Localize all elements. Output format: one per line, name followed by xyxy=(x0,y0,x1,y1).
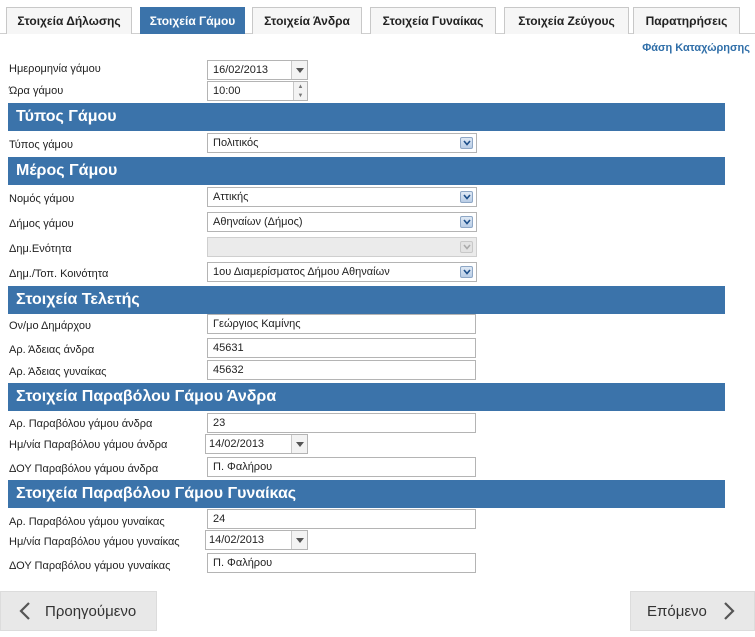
time-spinner[interactable]: ▲ ▼ xyxy=(293,82,307,100)
chevron-down-icon[interactable] xyxy=(460,137,473,149)
mayor-label: Ον/μο Δημάρχου xyxy=(9,320,92,332)
wedding-time-field[interactable]: 10:00 ▲ ▼ xyxy=(207,81,308,101)
woman-permit-label: Αρ. Άδειας γυναίκας xyxy=(9,366,107,378)
bottom-navigation: Προηγούμενο Επόμενο xyxy=(0,591,755,637)
man-fee-tax-office-field[interactable]: Π. Φαλήρου xyxy=(207,457,476,477)
spin-down-icon[interactable]: ▼ xyxy=(294,91,307,100)
previous-label: Προηγούμενο xyxy=(45,602,137,620)
caret-down-icon[interactable] xyxy=(291,531,307,549)
prefecture-label: Νομός γάμου xyxy=(9,193,75,205)
spin-up-icon[interactable]: ▲ xyxy=(294,82,307,91)
community-select[interactable]: 1ου Διαμερίσματος Δήμου Αθηναίων xyxy=(207,262,477,282)
woman-fee-date-label: Ημ/νία Παραβόλου γάμου γυναίκας xyxy=(9,536,180,548)
woman-fee-number-value: 24 xyxy=(213,513,226,525)
marriage-type-value: Πολιτικός xyxy=(213,137,259,149)
caret-down-icon[interactable] xyxy=(291,61,307,79)
wedding-time-value: 10:00 xyxy=(213,85,241,97)
man-fee-number-label: Αρ. Παραβόλου γάμου άνδρα xyxy=(9,418,153,430)
woman-permit-value: 45632 xyxy=(213,364,244,376)
chevron-down-icon[interactable] xyxy=(460,216,473,228)
tab-woman[interactable]: Στοιχεία Γυναίκας xyxy=(370,7,496,34)
woman-fee-tax-office-value: Π. Φαλήρου xyxy=(213,557,273,569)
man-fee-number-field[interactable]: 23 xyxy=(207,413,476,433)
woman-fee-number-field[interactable]: 24 xyxy=(207,509,476,529)
tab-declaration[interactable]: Στοιχεία Δήλωσης xyxy=(6,7,132,34)
man-permit-value: 45631 xyxy=(213,342,244,354)
next-button[interactable]: Επόμενο xyxy=(630,591,755,631)
mayor-value: Γεώργιος Καμίνης xyxy=(213,318,301,330)
phase-link[interactable]: Φάση Καταχώρησης xyxy=(642,42,750,54)
caret-down-icon[interactable] xyxy=(291,435,307,453)
woman-fee-tax-office-field[interactable]: Π. Φαλήρου xyxy=(207,553,476,573)
prefecture-select[interactable]: Αττικής xyxy=(207,187,477,207)
municipality-value: Αθηναίων (Δήμος) xyxy=(213,216,303,228)
section-ceremony: Στοιχεία Τελετής xyxy=(8,286,725,314)
municipal-unit-label: Δημ.Ενότητα xyxy=(9,243,72,255)
wedding-date-value: 16/02/2013 xyxy=(213,64,269,76)
wedding-date-field[interactable]: 16/02/2013 xyxy=(207,60,308,80)
woman-fee-number-label: Αρ. Παραβόλου γάμου γυναίκας xyxy=(9,516,165,528)
tab-bar: Στοιχεία Δήλωσης Στοιχεία Γάμου Στοιχεία… xyxy=(0,0,755,34)
tab-marriage[interactable]: Στοιχεία Γάμου xyxy=(140,7,245,34)
man-permit-field[interactable]: 45631 xyxy=(207,338,476,358)
marriage-type-label: Τύπος γάμου xyxy=(9,139,74,151)
man-fee-number-value: 23 xyxy=(213,417,226,429)
community-value: 1ου Διαμερίσματος Δήμου Αθηναίων xyxy=(213,266,390,278)
chevron-down-icon[interactable] xyxy=(460,266,473,278)
man-fee-tax-office-value: Π. Φαλήρου xyxy=(213,461,273,473)
tab-notes[interactable]: Παρατηρήσεις xyxy=(633,7,740,34)
chevron-down-icon xyxy=(460,241,473,253)
municipality-label: Δήμος γάμου xyxy=(9,218,74,230)
man-fee-date-field[interactable]: 14/02/2013 xyxy=(205,434,308,454)
man-fee-date-value: 14/02/2013 xyxy=(209,438,265,450)
previous-button[interactable]: Προηγούμενο xyxy=(0,591,157,631)
wedding-time-label: Ώρα γάμου xyxy=(9,85,64,97)
man-fee-date-label: Ημ/νία Παραβόλου γάμου άνδρα xyxy=(9,439,168,451)
marriage-type-select[interactable]: Πολιτικός xyxy=(207,133,477,153)
woman-fee-date-field[interactable]: 14/02/2013 xyxy=(205,530,308,550)
community-label: Δημ./Τοπ. Κοινότητα xyxy=(9,268,109,280)
woman-permit-field[interactable]: 45632 xyxy=(207,360,476,380)
man-permit-label: Αρ. Άδειας άνδρα xyxy=(9,344,95,356)
tab-couple[interactable]: Στοιχεία Ζεύγους xyxy=(504,7,629,34)
next-label: Επόμενο xyxy=(647,602,707,620)
municipality-select[interactable]: Αθηναίων (Δήμος) xyxy=(207,212,477,232)
section-marriage-type: Τύπος Γάμου xyxy=(8,103,725,131)
man-fee-tax-office-label: ΔΟΥ Παραβόλου γάμου άνδρα xyxy=(9,463,159,475)
section-woman-fee: Στοιχεία Παραβόλου Γάμου Γυναίκας xyxy=(8,480,725,508)
section-man-fee: Στοιχεία Παραβόλου Γάμου Άνδρα xyxy=(8,383,725,411)
woman-fee-tax-office-label: ΔΟΥ Παραβόλου γάμου γυναίκας xyxy=(9,560,171,572)
tab-man[interactable]: Στοιχεία Άνδρα xyxy=(252,7,362,34)
chevron-right-icon xyxy=(723,602,735,620)
chevron-left-icon xyxy=(19,602,31,620)
prefecture-value: Αττικής xyxy=(213,191,249,203)
municipal-unit-select xyxy=(207,237,477,257)
section-marriage-place: Μέρος Γάμου xyxy=(8,157,725,185)
mayor-field[interactable]: Γεώργιος Καμίνης xyxy=(207,314,476,334)
woman-fee-date-value: 14/02/2013 xyxy=(209,534,265,546)
wedding-date-label: Ημερομηνία γάμου xyxy=(9,63,101,75)
chevron-down-icon[interactable] xyxy=(460,191,473,203)
